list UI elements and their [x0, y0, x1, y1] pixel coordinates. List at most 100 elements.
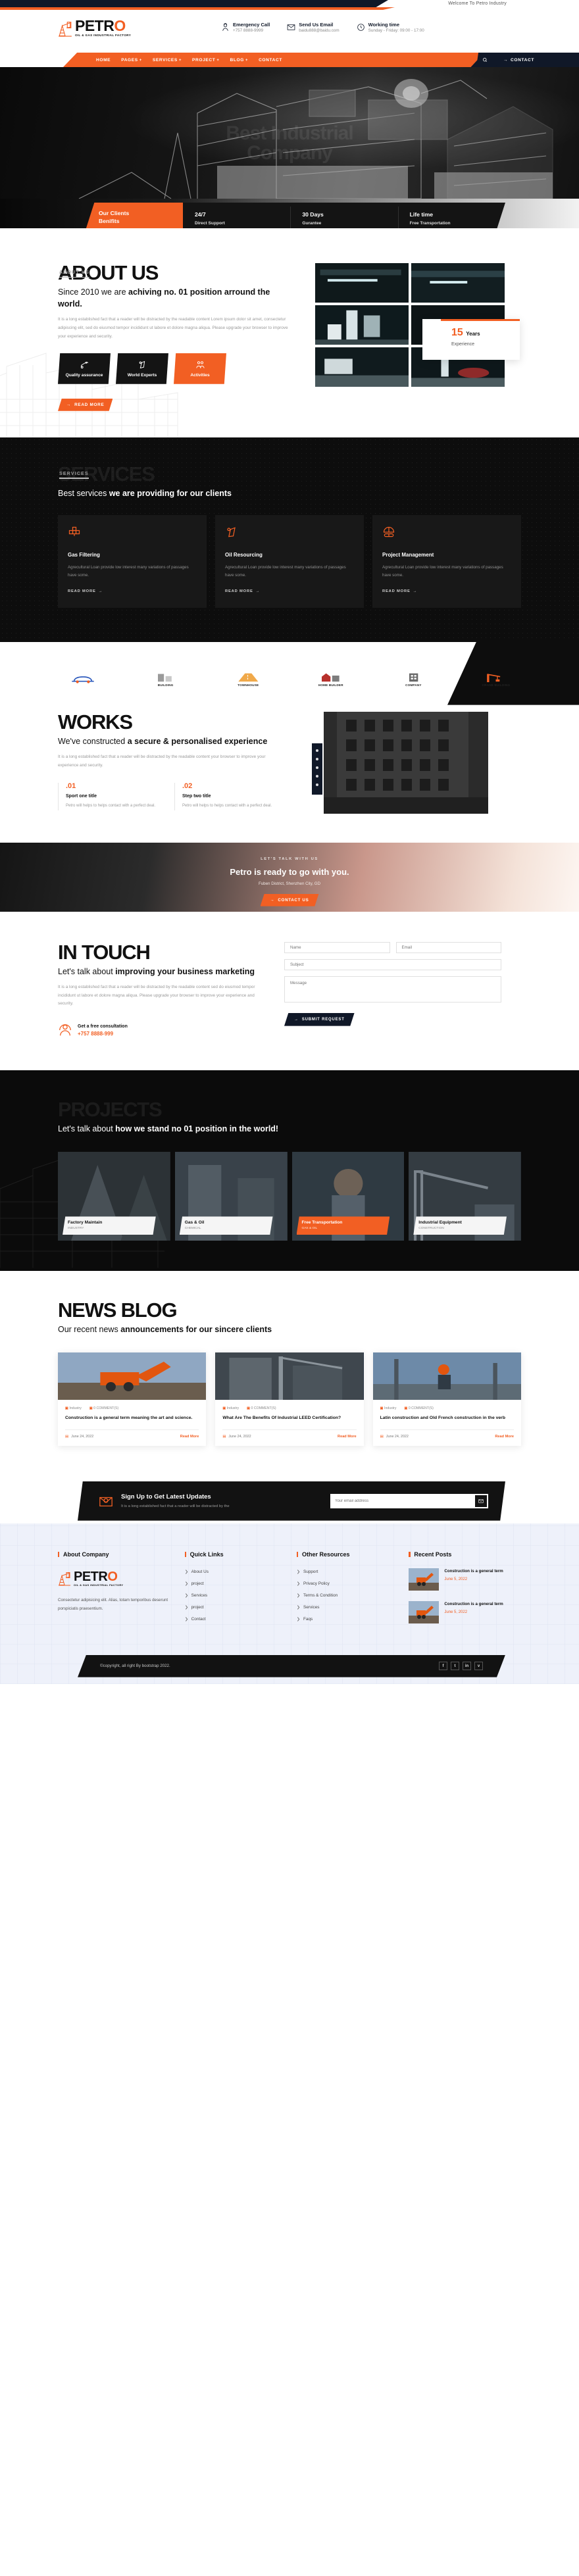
benefits-bar: Our Clients Benifits 24/7 Direct Support…	[0, 199, 579, 234]
header-contacts: Emergency Call +757 8888-9999 Send Us Em…	[221, 22, 424, 34]
news-meta: ▣ Industry ▣ 0 COMMENT(S)	[65, 1406, 199, 1410]
footer-link[interactable]: Services	[185, 1593, 282, 1598]
step-text: Petro will helps to helps contact with a…	[182, 804, 272, 808]
header-contact-email[interactable]: Send Us Email baidu888@baidu.com	[287, 22, 340, 34]
service-read-more[interactable]: READ MORE →	[225, 589, 260, 593]
brand-name: TOWNHOUSE	[238, 683, 259, 687]
recent-post-date: June 5, 2022	[444, 1577, 468, 1581]
service-card[interactable]: Project Management Agrecultural Loan pro…	[372, 514, 521, 608]
social-twitter-icon[interactable]: t	[451, 1662, 459, 1671]
social-vimeo-icon[interactable]: v	[474, 1662, 483, 1671]
nav-item-project[interactable]: PROJECT +	[192, 58, 219, 62]
intouch-heading-bold: improving your business marketing	[115, 966, 255, 976]
news-read-more[interactable]: Read More	[338, 1435, 357, 1439]
recent-post-thumbnail	[409, 1600, 440, 1623]
helmet-goggles-icon	[383, 526, 395, 537]
nav-item-contact[interactable]: CONTACT	[259, 58, 282, 62]
header-contact-button[interactable]: → CONTACT	[495, 53, 541, 67]
footer-logo[interactable]: PETRO OIL & GAS INDUSTRIAL FACTORY	[58, 1570, 170, 1587]
name-field[interactable]	[284, 941, 390, 953]
news-heading: Our recent news announcements for our si…	[58, 1324, 521, 1335]
chevron-right-icon	[185, 1581, 188, 1586]
chevron-right-icon	[297, 1593, 300, 1598]
brand-logo[interactable]	[58, 670, 108, 689]
news-title: Construction is a general term meaning t…	[65, 1416, 193, 1421]
social-linkedin-icon[interactable]: in	[463, 1662, 471, 1671]
footer-link[interactable]: project	[185, 1581, 282, 1586]
brand-logo[interactable]: COMPANY	[388, 670, 438, 689]
about-chip-experts[interactable]: World Experts	[116, 353, 168, 384]
project-subtitle: INDUSTRY	[68, 1227, 84, 1231]
newsletter-form	[330, 1493, 488, 1508]
news-tag-industry: ▣ Industry	[380, 1406, 397, 1411]
about-read-more-button[interactable]: → READ MORE	[58, 398, 113, 411]
subject-field[interactable]	[284, 958, 501, 970]
footer-link[interactable]: project	[185, 1605, 282, 1610]
news-card[interactable]: ▣ Industry ▣ 0 COMMENT(S) Latin construc…	[372, 1352, 521, 1446]
about-chip-activities[interactable]: Activities	[174, 353, 226, 384]
social-facebook-icon[interactable]: f	[439, 1662, 447, 1671]
brand-logo[interactable]: HOME BUILDER	[306, 670, 356, 689]
brand-logo[interactable]: CRANE BUILDING	[471, 670, 521, 689]
cta-button[interactable]: → CONTACT US	[260, 893, 319, 906]
building-photo-illustration	[324, 711, 488, 814]
news-read-more[interactable]: Read More	[180, 1435, 199, 1439]
brand-logo[interactable]: BUILDING	[141, 670, 191, 689]
headset-icon	[222, 22, 228, 31]
footer-link[interactable]: Contact	[185, 1617, 282, 1622]
news-image	[215, 1352, 364, 1400]
submit-request-button[interactable]: → SUBMIT REQUEST	[284, 1012, 355, 1026]
recent-post-item[interactable]: Construction is a general term June 5, 2…	[409, 1600, 521, 1623]
recent-post-date: June 5, 2022	[444, 1610, 468, 1614]
nav-item-services[interactable]: SERVICES +	[153, 58, 182, 62]
brand-logo[interactable]: TOWNHOUSE	[223, 670, 273, 689]
logo-tagline: OIL & GAS INDUSTRIAL FACTORY	[75, 34, 132, 37]
chip-label: World Experts	[127, 372, 157, 378]
service-card[interactable]: Oil Resourcing Agrecultural Loan provide…	[215, 514, 364, 608]
fuel-station-illustration	[315, 305, 409, 345]
footer-link[interactable]: Services	[297, 1605, 394, 1610]
nav-item-blog[interactable]: BLOG +	[230, 58, 249, 62]
nav-item-pages[interactable]: PAGES +	[121, 58, 142, 62]
footer-link[interactable]: About Us	[185, 1570, 282, 1574]
service-read-more[interactable]: READ MORE →	[68, 589, 103, 593]
excavator-thumb	[409, 1568, 440, 1591]
about-photo	[315, 347, 409, 387]
footer-link[interactable]: Faqs	[297, 1617, 394, 1622]
calendar-icon: ▤	[222, 1434, 226, 1439]
header-contact-emergency[interactable]: Emergency Call +757 8888-9999	[221, 22, 270, 34]
newsletter-email-input[interactable]	[335, 1499, 475, 1503]
news-read-more[interactable]: Read More	[495, 1435, 514, 1439]
about-chip-quality[interactable]: Quality assurance	[58, 353, 111, 384]
service-text: Agrecultural Loan provide low interest m…	[68, 564, 189, 578]
nav-label: HOME	[96, 57, 111, 62]
clock-icon	[357, 23, 365, 31]
benefits-title-line2: Benifits	[99, 217, 120, 224]
news-card[interactable]: ▣ Industry ▣ 0 COMMENT(S) Construction i…	[58, 1352, 207, 1446]
newsletter-submit-button[interactable]	[475, 1495, 487, 1507]
news-card[interactable]: ▣ Industry ▣ 0 COMMENT(S) What Are The B…	[215, 1352, 364, 1446]
project-card[interactable]: Gas & Oil CHEMICAL	[174, 1152, 288, 1241]
free-consultation[interactable]: Get a free consultation +757 8888-999	[58, 1023, 262, 1037]
chip-label: Quality assurance	[65, 372, 103, 378]
footer-link[interactable]: Privacy Policy	[297, 1581, 394, 1586]
footer-link[interactable]: Support	[297, 1570, 394, 1574]
project-card[interactable]: Factory Maintain INDUSTRY	[58, 1152, 170, 1241]
nav-item-home[interactable]: HOME	[96, 58, 111, 62]
service-read-more[interactable]: READ MORE →	[382, 589, 417, 593]
logo[interactable]: PETRO OIL & GAS INDUSTRIAL FACTORY	[58, 18, 170, 37]
benefit-subtitle: Direct Support	[195, 220, 225, 226]
email-field[interactable]	[395, 941, 501, 953]
step-title: Step two title	[182, 794, 211, 799]
footer-link[interactable]: Terms & Condition	[297, 1593, 394, 1598]
header-contact-title: Emergency Call	[233, 21, 270, 28]
news-date: ▤ June 24, 2022	[380, 1434, 409, 1439]
service-card[interactable]: Gas Filtering Agrecultural Loan provide …	[58, 514, 207, 608]
project-card[interactable]: Industrial Equipment CONSTRUCTION	[409, 1152, 521, 1241]
message-field[interactable]	[284, 976, 501, 1003]
hero-banner: Best Industrial Company	[0, 67, 579, 199]
intouch-heading-normal: Let's talk about	[58, 966, 116, 976]
project-card[interactable]: Free Transportation GAS & OIL	[291, 1152, 405, 1241]
search-button[interactable]	[476, 53, 494, 67]
recent-post-item[interactable]: Construction is a general term June 5, 2…	[409, 1568, 521, 1591]
